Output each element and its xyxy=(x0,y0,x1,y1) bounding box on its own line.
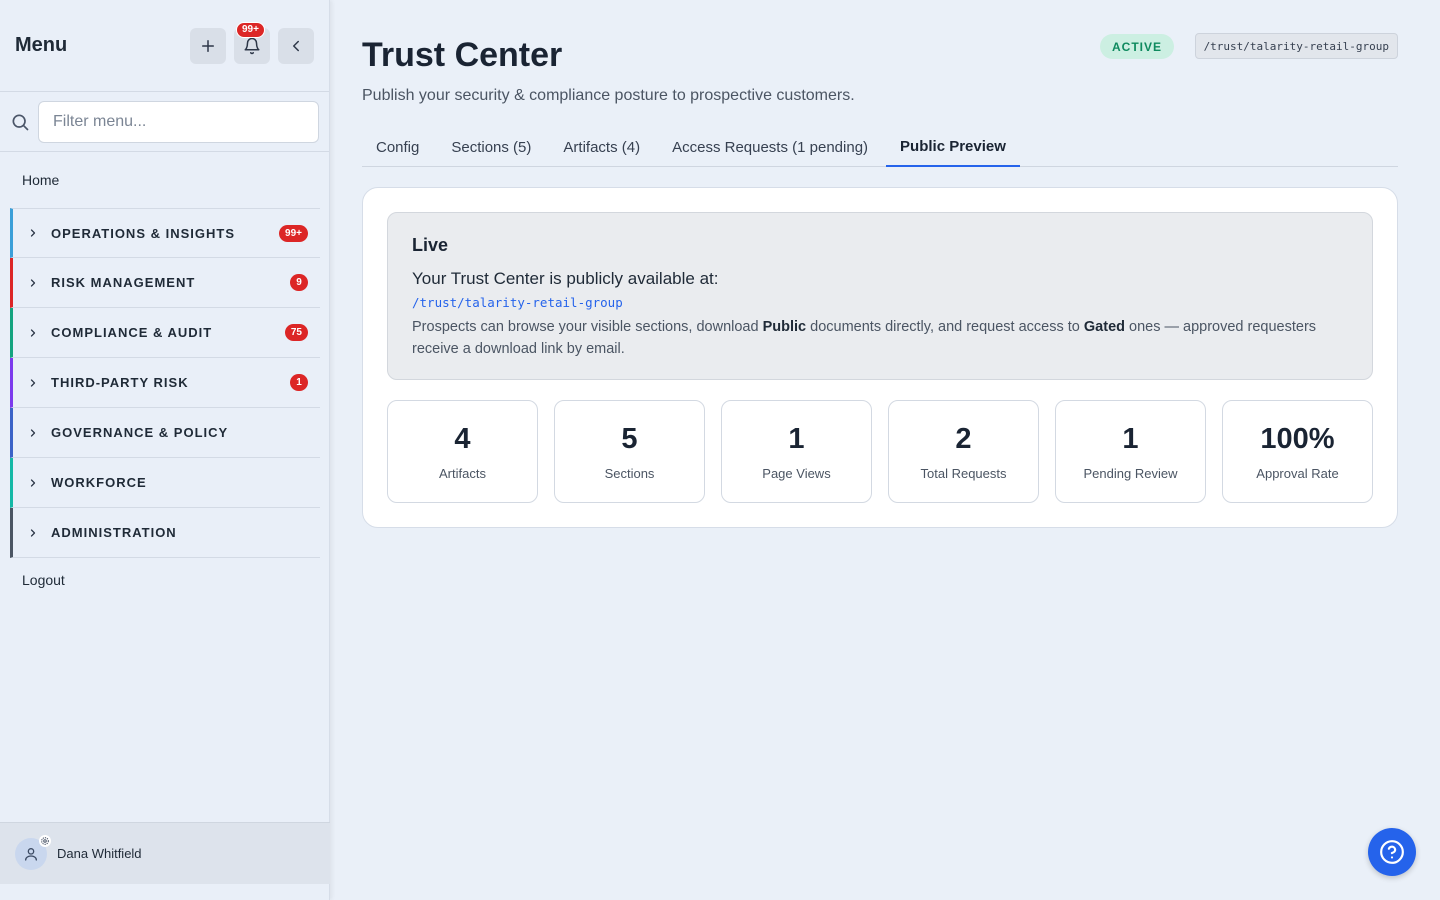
stat-total-requests: 2 Total Requests xyxy=(888,400,1039,503)
sidebar-groups: OPERATIONS & INSIGHTS 99+ RISK MANAGEMEN… xyxy=(0,208,329,558)
user-name: Dana Whitfield xyxy=(57,846,142,861)
stat-sections: 5 Sections xyxy=(554,400,705,503)
sidebar-item-logout[interactable]: Logout xyxy=(0,558,329,602)
stat-value: 1 xyxy=(788,422,805,455)
live-status-panel: Live Your Trust Center is publicly avail… xyxy=(387,212,1373,380)
stat-value: 2 xyxy=(955,422,972,455)
chevron-right-icon xyxy=(30,328,36,337)
public-url-link[interactable]: /trust/talarity-retail-group xyxy=(412,295,1348,310)
user-icon xyxy=(25,847,37,861)
stat-artifacts: 4 Artifacts xyxy=(387,400,538,503)
main-content: Trust Center Publish your security & com… xyxy=(362,0,1398,900)
sidebar-group-label: THIRD-PARTY RISK xyxy=(51,375,189,390)
add-button[interactable] xyxy=(190,27,226,64)
collapse-sidebar-button[interactable] xyxy=(278,27,314,64)
bell-icon xyxy=(244,37,260,54)
menu-search xyxy=(0,92,329,152)
count-badge: 75 xyxy=(284,324,308,341)
gear-icon xyxy=(39,834,51,847)
live-description: Prospects can browse your visible sectio… xyxy=(412,316,1348,360)
sidebar: Menu 99+ Home OPERATIONS & INSIGHTS 99+ … xyxy=(0,0,330,900)
page-title: Trust Center xyxy=(362,36,563,74)
chevron-right-icon xyxy=(30,278,36,287)
tab-config[interactable]: Config xyxy=(362,128,433,167)
count-badge: 1 xyxy=(290,374,308,391)
tab-sections[interactable]: Sections (5) xyxy=(437,128,545,167)
live-title: Live xyxy=(412,235,449,255)
chevron-left-icon xyxy=(293,40,299,51)
stat-label: Total Requests xyxy=(920,465,1007,481)
tab-public-preview[interactable]: Public Preview xyxy=(886,128,1020,167)
stat-value: 1 xyxy=(1122,422,1139,455)
sidebar-group-label: COMPLIANCE & AUDIT xyxy=(51,325,213,340)
desc-gated: Gated xyxy=(1083,319,1125,335)
sidebar-group-label: ADMINISTRATION xyxy=(51,525,177,540)
stat-page-views: 1 Page Views xyxy=(721,400,872,503)
chevron-right-icon xyxy=(30,229,36,237)
stat-approval-rate: 100% Approval Rate xyxy=(1222,400,1373,503)
search-icon xyxy=(12,114,29,130)
sidebar-group-label: WORKFORCE xyxy=(51,475,147,490)
stats-row: 4 Artifacts 5 Sections 1 Page Views 2 To… xyxy=(387,400,1373,503)
stat-value: 5 xyxy=(621,422,638,455)
filter-menu-input[interactable] xyxy=(38,100,319,143)
desc-part: documents directly, and request access t… xyxy=(806,319,1084,335)
sidebar-group-risk-management[interactable]: RISK MANAGEMENT 9 xyxy=(10,258,320,308)
tab-access-requests[interactable]: Access Requests (1 pending) xyxy=(658,128,882,167)
sidebar-group-governance-policy[interactable]: GOVERNANCE & POLICY xyxy=(10,408,320,458)
sidebar-group-label: RISK MANAGEMENT xyxy=(51,275,196,290)
sidebar-group-label: GOVERNANCE & POLICY xyxy=(51,425,229,440)
sidebar-group-administration[interactable]: ADMINISTRATION xyxy=(10,508,320,558)
sidebar-group-label: OPERATIONS & INSIGHTS xyxy=(51,225,235,241)
sidebar-item-home[interactable]: Home xyxy=(0,152,329,208)
sidebar-group-workforce[interactable]: WORKFORCE xyxy=(10,458,320,508)
live-lead-text: Your Trust Center is publicly available … xyxy=(412,269,719,288)
stat-label: Page Views xyxy=(762,465,831,481)
stat-value: 100% xyxy=(1260,422,1335,455)
sidebar-group-compliance-audit[interactable]: COMPLIANCE & AUDIT 75 xyxy=(10,308,320,358)
sidebar-title: Menu xyxy=(15,34,68,56)
chevron-right-icon xyxy=(30,378,36,387)
stat-value: 4 xyxy=(454,422,471,455)
notification-count-badge: 99+ xyxy=(236,21,265,38)
desc-part: Prospects can browse your visible sectio… xyxy=(412,319,763,335)
tab-bar: Config Sections (5) Artifacts (4) Access… xyxy=(362,128,1398,167)
public-preview-card: Live Your Trust Center is publicly avail… xyxy=(362,187,1398,528)
avatar xyxy=(15,834,51,870)
sidebar-group-operations-insights[interactable]: OPERATIONS & INSIGHTS 99+ xyxy=(10,208,320,258)
count-badge: 9 xyxy=(290,274,308,291)
sidebar-group-third-party-risk[interactable]: THIRD-PARTY RISK 1 xyxy=(10,358,320,408)
desc-public: Public xyxy=(762,319,807,335)
plus-icon xyxy=(202,39,214,52)
stat-label: Pending Review xyxy=(1083,465,1178,481)
chevron-right-icon xyxy=(30,428,36,437)
stat-pending-review: 1 Pending Review xyxy=(1055,400,1206,503)
help-button[interactable] xyxy=(1368,828,1416,876)
tab-artifacts[interactable]: Artifacts (4) xyxy=(549,128,654,167)
page-subtitle: Publish your security & compliance postu… xyxy=(362,87,855,104)
count-badge: 99+ xyxy=(279,224,308,242)
sidebar-header: Menu 99+ xyxy=(0,0,329,92)
stat-label: Sections xyxy=(604,465,655,481)
user-profile[interactable]: Dana Whitfield xyxy=(0,822,330,884)
chevron-right-icon xyxy=(30,528,36,537)
stat-label: Approval Rate xyxy=(1256,465,1339,481)
notifications-button[interactable]: 99+ xyxy=(234,21,270,64)
stat-label: Artifacts xyxy=(439,465,486,481)
chevron-right-icon xyxy=(30,478,36,487)
trust-path-badge: /trust/talarity-retail-group xyxy=(1194,33,1398,59)
question-circle-icon xyxy=(1380,840,1404,864)
status-badge: ACTIVE xyxy=(1099,34,1174,59)
